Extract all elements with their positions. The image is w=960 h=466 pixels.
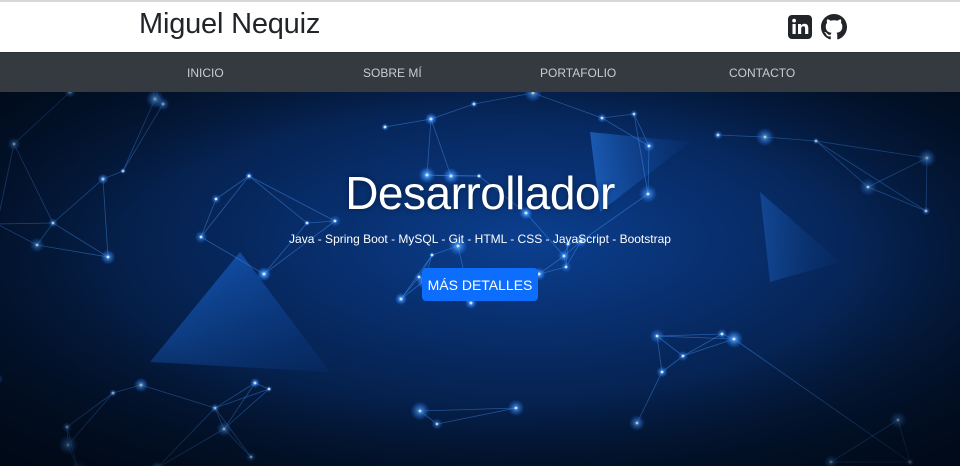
more-details-button[interactable]: MÁS DETALLES bbox=[422, 268, 538, 301]
hero-subtitle: Java - Spring Boot - MySQL - Git - HTML … bbox=[289, 232, 671, 246]
nav-item-contacto[interactable]: CONTACTO bbox=[729, 66, 795, 80]
page: Miguel Nequiz INICIO SOBRE MÍ PORTAFOLIO… bbox=[0, 0, 960, 466]
site-brand[interactable]: Miguel Nequiz bbox=[139, 8, 320, 41]
linkedin-link[interactable] bbox=[787, 14, 813, 40]
github-link[interactable] bbox=[821, 14, 847, 40]
brand-bar: Miguel Nequiz bbox=[0, 2, 960, 52]
linkedin-icon bbox=[788, 15, 812, 39]
nav-item-inicio[interactable]: INICIO bbox=[187, 66, 224, 80]
hero-section: Desarrollador Java - Spring Boot - MySQL… bbox=[0, 92, 960, 466]
nav-item-portafolio[interactable]: PORTAFOLIO bbox=[540, 66, 616, 80]
github-icon bbox=[821, 14, 847, 40]
nav-item-sobre-mi[interactable]: SOBRE MÍ bbox=[363, 66, 422, 80]
hero-title: Desarrollador bbox=[345, 167, 615, 219]
main-navbar: INICIO SOBRE MÍ PORTAFOLIO CONTACTO bbox=[0, 52, 960, 92]
